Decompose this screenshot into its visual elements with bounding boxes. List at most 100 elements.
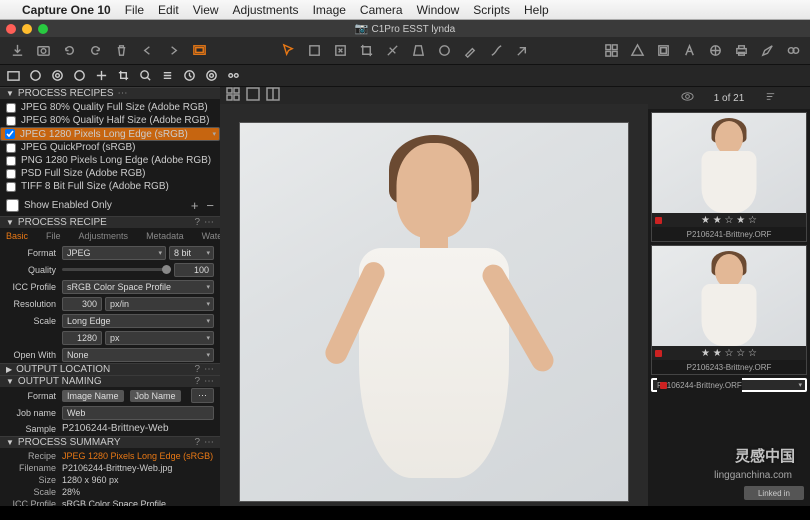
output-naming-header[interactable]: ▼OUTPUT NAMING?⋯: [0, 375, 220, 387]
batch-tab-icon[interactable]: [226, 68, 241, 83]
view-mode-single-icon[interactable]: [246, 87, 260, 104]
process-summary-header[interactable]: ▼PROCESS SUMMARY?⋯: [0, 436, 220, 448]
traffic-lights[interactable]: [6, 24, 48, 34]
scale-select[interactable]: Long Edge: [62, 314, 214, 328]
output-tab-icon[interactable]: [204, 68, 219, 83]
recipe-checkbox[interactable]: [6, 143, 16, 153]
menu-camera[interactable]: Camera: [360, 3, 403, 17]
rating-stars[interactable]: ★ ★ ☆ ☆ ☆: [701, 348, 757, 359]
openwith-select[interactable]: None: [62, 348, 214, 362]
loupe-icon[interactable]: [784, 42, 802, 60]
recipe-item-selected[interactable]: JPEG 1280 Pixels Long Edge (sRGB): [0, 127, 220, 141]
quality-slider[interactable]: [62, 268, 171, 271]
metadata-tab-icon[interactable]: [182, 68, 197, 83]
recipe-tab-adjustments[interactable]: Adjustments: [79, 231, 129, 241]
crop-tab-icon[interactable]: [116, 68, 131, 83]
crop-icon[interactable]: [357, 42, 375, 60]
exposure-warn-icon[interactable]: [628, 42, 646, 60]
recipe-checkbox[interactable]: [6, 103, 16, 113]
naming-builder-button[interactable]: ⋯: [191, 388, 214, 403]
show-enabled-checkbox[interactable]: [6, 199, 19, 212]
keystone-icon[interactable]: [409, 42, 427, 60]
menu-view[interactable]: View: [193, 3, 219, 17]
menu-image[interactable]: Image: [313, 3, 346, 17]
recipe-tab-metadata[interactable]: Metadata: [146, 231, 184, 241]
pointer-icon[interactable]: [279, 42, 297, 60]
recipe-tab-basic[interactable]: Basic: [6, 231, 28, 241]
color-tag[interactable]: [655, 217, 662, 224]
color-tag[interactable]: [660, 382, 667, 389]
print-icon[interactable]: [732, 42, 750, 60]
copy-icon[interactable]: [513, 42, 531, 60]
thumbnail-selected[interactable]: P2106244-Brittney.ORF: [651, 378, 807, 392]
focus-mask-icon[interactable]: [654, 42, 672, 60]
capture-icon[interactable]: [34, 42, 52, 60]
visibility-icon[interactable]: [681, 90, 694, 106]
import-icon[interactable]: [8, 42, 26, 60]
view-mode-split-icon[interactable]: [266, 87, 280, 104]
recipe-item[interactable]: JPEG 80% Quality Full Size (Adobe RGB): [0, 101, 220, 114]
view-mode-grid-icon[interactable]: [226, 87, 240, 104]
menu-adjustments[interactable]: Adjustments: [233, 3, 299, 17]
menu-file[interactable]: File: [125, 3, 144, 17]
recipe-checkbox[interactable]: [6, 182, 16, 192]
hand-icon[interactable]: [305, 42, 323, 60]
color-tag[interactable]: [655, 350, 662, 357]
lens-tab-icon[interactable]: [50, 68, 65, 83]
output-location-header[interactable]: ▶OUTPUT LOCATION?⋯: [0, 363, 220, 375]
recipe-item[interactable]: TIFF 8 Bit Full Size (Adobe RGB): [0, 180, 220, 193]
rotate-icon[interactable]: [86, 42, 104, 60]
menu-window[interactable]: Window: [417, 3, 460, 17]
scale-px-input[interactable]: 1280: [62, 331, 102, 345]
sort-icon[interactable]: [764, 90, 777, 106]
eraser-icon[interactable]: [487, 42, 505, 60]
main-image[interactable]: [239, 122, 629, 502]
redo-icon[interactable]: [164, 42, 182, 60]
edit-icon[interactable]: [758, 42, 776, 60]
cursor-tool-icon[interactable]: [190, 42, 208, 60]
recipe-item[interactable]: JPEG QuickProof (sRGB): [0, 141, 220, 154]
recipe-checkbox[interactable]: [6, 156, 16, 166]
undo-icon[interactable]: [138, 42, 156, 60]
styles-icon[interactable]: [706, 42, 724, 60]
recipe-item[interactable]: PSD Full Size (Adobe RGB): [0, 167, 220, 180]
recipe-checkbox[interactable]: [5, 129, 15, 139]
adjustments-tab-icon[interactable]: [160, 68, 175, 83]
jobname-input[interactable]: Web: [62, 406, 214, 420]
scale-unit-select[interactable]: px: [105, 331, 214, 345]
menu-help[interactable]: Help: [524, 3, 549, 17]
exposure-tab-icon[interactable]: [94, 68, 109, 83]
process-recipes-header[interactable]: ▼PROCESS RECIPES⋯: [0, 87, 220, 99]
menu-edit[interactable]: Edit: [158, 3, 179, 17]
rating-stars[interactable]: ★ ★ ☆ ★ ☆: [701, 215, 757, 226]
details-tab-icon[interactable]: [138, 68, 153, 83]
resolution-unit-select[interactable]: px/in: [105, 297, 214, 311]
spot-icon[interactable]: [435, 42, 453, 60]
thumbnail[interactable]: ★ ★ ☆ ★ ☆ P2106241-Brittney.ORF: [651, 112, 807, 242]
format-select[interactable]: JPEG: [62, 246, 166, 260]
brush-icon[interactable]: [461, 42, 479, 60]
color-tab-icon[interactable]: [72, 68, 87, 83]
recipe-tab-watermark[interactable]: Watermark: [202, 231, 220, 241]
token-job-name[interactable]: Job Name: [130, 390, 181, 402]
thumbnail[interactable]: ★ ★ ☆ ☆ ☆ P2106243-Brittney.ORF: [651, 245, 807, 375]
add-recipe-icon[interactable]: +: [191, 198, 199, 213]
grid-view-icon[interactable]: [602, 42, 620, 60]
recipe-checkbox[interactable]: [6, 169, 16, 179]
remove-recipe-icon[interactable]: −: [206, 198, 214, 213]
quality-value[interactable]: 100: [174, 263, 214, 277]
menu-scripts[interactable]: Scripts: [473, 3, 510, 17]
recipe-checkbox[interactable]: [6, 116, 16, 126]
library-tab-icon[interactable]: [6, 68, 21, 83]
icc-select[interactable]: sRGB Color Space Profile: [62, 280, 214, 294]
recipe-tab-file[interactable]: File: [46, 231, 61, 241]
annotate-icon[interactable]: [680, 42, 698, 60]
trash-icon[interactable]: [112, 42, 130, 60]
straighten-icon[interactable]: [383, 42, 401, 60]
token-image-name[interactable]: Image Name: [62, 390, 124, 402]
resolution-input[interactable]: 300: [62, 297, 102, 311]
bitdepth-select[interactable]: 8 bit: [169, 246, 214, 260]
capture-tab-icon[interactable]: [28, 68, 43, 83]
recipe-item[interactable]: PNG 1280 Pixels Long Edge (Adobe RGB): [0, 154, 220, 167]
process-recipe-header[interactable]: ▼PROCESS RECIPE?⋯: [0, 216, 220, 228]
